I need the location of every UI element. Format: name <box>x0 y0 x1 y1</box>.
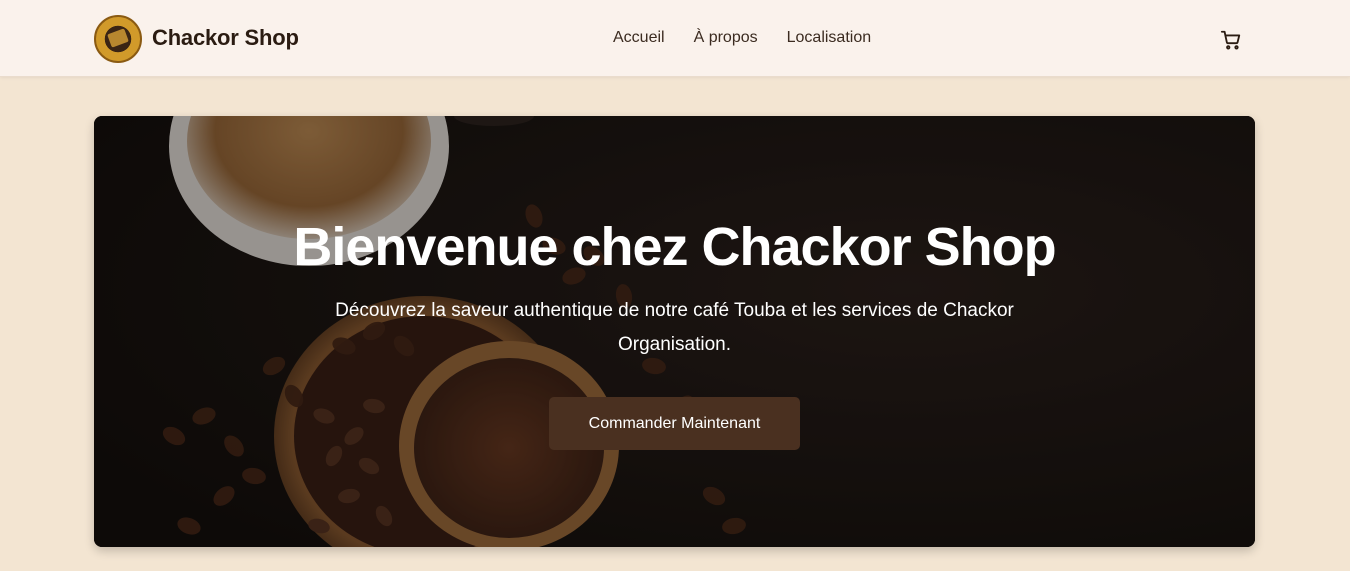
nav-link-localisation[interactable]: Localisation <box>787 29 872 47</box>
nav-link-a-propos[interactable]: À propos <box>694 29 758 47</box>
shopping-cart-icon[interactable] <box>1220 29 1242 51</box>
brand-name[interactable]: Chackor Shop <box>152 25 299 51</box>
hero-subtitle: Découvrez la saveur authentique de notre… <box>335 300 1014 355</box>
order-now-button[interactable]: Commander Maintenant <box>549 397 800 450</box>
logo-icon[interactable] <box>94 15 142 63</box>
logo-emblem <box>107 28 129 48</box>
nav-link-accueil[interactable]: Accueil <box>613 29 665 47</box>
hero-title: Bienvenue chez Chackor Shop <box>293 217 1056 277</box>
top-navbar: Chackor Shop Accueil À propos Localisati… <box>0 0 1350 77</box>
main-nav: Accueil À propos Localisation <box>613 29 871 47</box>
hero-banner: Bienvenue chez Chackor Shop Découvrez la… <box>94 116 1255 547</box>
